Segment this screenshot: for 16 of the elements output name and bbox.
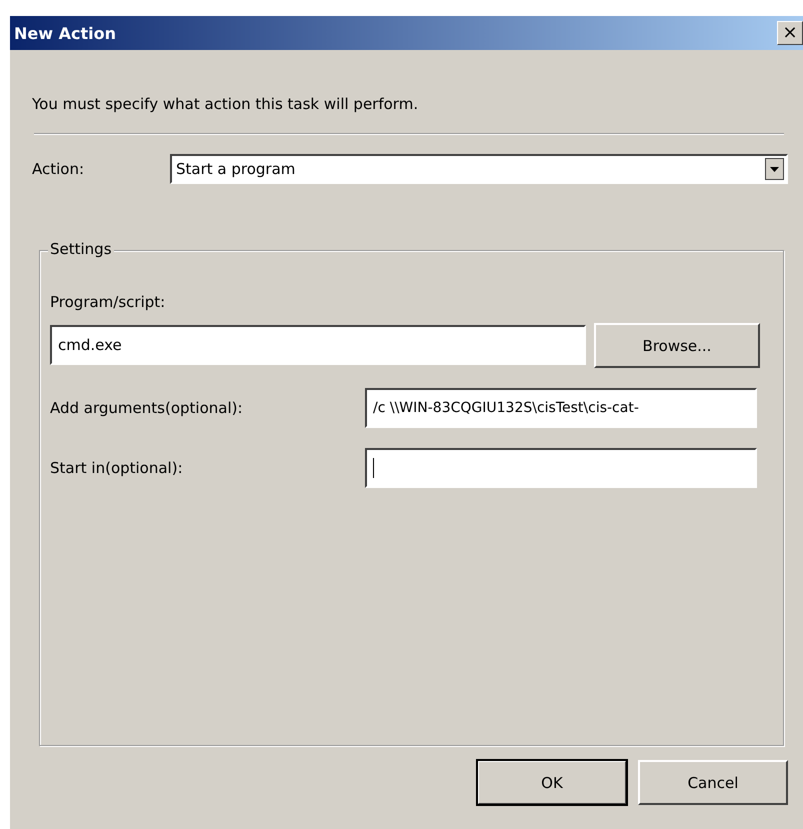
action-dropdown[interactable]: Start a program [170, 154, 788, 184]
browse-button[interactable]: Browse... [594, 323, 760, 368]
action-label: Action: [32, 160, 86, 178]
text-cursor-icon [373, 458, 374, 478]
instruction-text: You must specify what action this task will perform. [32, 95, 420, 113]
dialog-button[interactable]: OK [477, 760, 627, 805]
field-label: Add arguments(optional): [50, 399, 244, 417]
window-title: New Action [14, 24, 116, 42]
field-label: Start in(optional): [50, 459, 184, 477]
group-title: Settings [48, 240, 114, 258]
input-field[interactable] [365, 448, 757, 488]
close-button[interactable]: × [777, 21, 803, 45]
program-field[interactable]: cmd.exe [50, 324, 586, 364]
dialog-button[interactable]: Cancel [638, 760, 788, 805]
program-label: Program/script: [50, 293, 166, 311]
input-field[interactable]: /c \\WIN-83CQGIU132S\cisTest\cis-cat- [365, 388, 757, 428]
